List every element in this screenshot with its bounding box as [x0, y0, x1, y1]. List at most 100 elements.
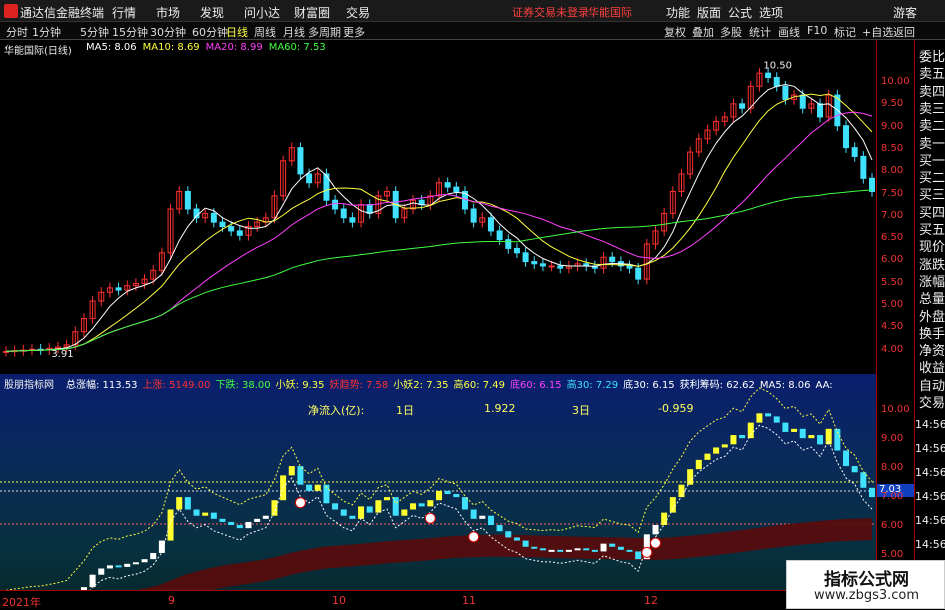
price-tick: 4.00: [881, 343, 904, 355]
watermark-title: 指标公式网: [824, 570, 909, 590]
candle-body: [635, 267, 642, 280]
quote-label-20[interactable]: 交易: [919, 392, 945, 411]
quote-label-1: 卖五: [919, 67, 945, 83]
candle-body: [297, 147, 304, 175]
indicator-bar: [306, 484, 313, 491]
period-tab-10[interactable]: 更多: [343, 24, 365, 40]
period-tab-9[interactable]: 多周期: [308, 24, 341, 40]
date-label: 12: [644, 594, 658, 607]
indicator-panel[interactable]: 股朋指标网 总涨幅: 113.53 上涨: 5149.00 下跌: 38.00 小妖:…: [0, 374, 876, 590]
indicator-bar: [349, 515, 356, 519]
price-tick: 6.50: [881, 232, 904, 244]
candle-body: [773, 77, 780, 87]
indicator-bar: [375, 500, 382, 513]
period-tab-1[interactable]: 1分钟: [32, 24, 61, 40]
upper-band-line: [5, 387, 873, 590]
time-label: 14:56: [915, 466, 945, 479]
btn-zixuan[interactable]: +自选: [862, 24, 893, 40]
candle-body: [799, 94, 806, 109]
indicator-bar: [245, 521, 252, 529]
price-tick: 7.50: [881, 187, 904, 199]
indicator-bar: [436, 490, 442, 501]
btn-f10[interactable]: F10: [807, 24, 827, 37]
quote-label-17: 净资: [919, 344, 945, 360]
kline-chart[interactable]: 10.50 3.91: [0, 40, 876, 374]
user-label[interactable]: 游客: [893, 4, 917, 21]
indicator-bar: [583, 548, 590, 551]
indicator-bar: [236, 525, 243, 529]
indicator-tick: 6.00: [881, 520, 904, 531]
indicator-legend-item: 高30: 7.29: [566, 380, 619, 391]
indicator-bar: [470, 509, 477, 519]
price-tick: 9.00: [881, 120, 904, 132]
btn-huaxian[interactable]: 画线: [778, 24, 800, 40]
menu-gongshi[interactable]: 公式: [728, 4, 752, 21]
menu-jiaoyi[interactable]: 交易: [346, 4, 370, 21]
quote-label-15: 外盘: [919, 309, 945, 325]
indicator-bar: [600, 543, 607, 552]
period-tab-8[interactable]: 月线: [283, 24, 305, 40]
indicator-bar: [513, 537, 520, 541]
menu-gongneng[interactable]: 功能: [666, 4, 690, 21]
indicator-bar: [314, 484, 321, 491]
indicator-bar: [687, 469, 694, 485]
candle-body: [444, 182, 451, 188]
indicator-bar: [115, 565, 122, 568]
indicator-bar: [557, 549, 564, 552]
login-notice[interactable]: 证券交易未登录: [512, 4, 589, 20]
main-kline-panel[interactable]: 华能国际(日线) MA5: 8.06 MA10: 8.69 MA20: 8.99 MA…: [0, 40, 876, 374]
btn-diejia[interactable]: 叠加: [692, 24, 714, 40]
menu-faxian[interactable]: 发现: [200, 4, 224, 21]
btn-tongji[interactable]: 统计: [749, 24, 771, 40]
indicator-bar: [228, 521, 235, 526]
btn-fanhui[interactable]: 返回: [893, 24, 915, 40]
btn-fuquan[interactable]: 复权: [664, 24, 686, 40]
indicator-bar: [150, 552, 157, 560]
indicator-bar: [98, 568, 105, 575]
indicator-legend-item: 小妖2: 7.35: [393, 380, 449, 391]
price-tick: 5.50: [881, 276, 904, 288]
indicator-bar: [262, 515, 269, 519]
indicator-chart[interactable]: [0, 374, 876, 590]
period-tab-6[interactable]: 日线: [226, 24, 248, 40]
indicator-bar: [176, 497, 183, 510]
menu-banmian[interactable]: 版面: [697, 4, 721, 21]
indicator-bar: [851, 466, 858, 473]
period-tab-5[interactable]: 60分钟: [192, 24, 228, 40]
ma10-line: [5, 93, 873, 352]
period-tab-0[interactable]: 分时: [6, 24, 28, 40]
indicator-bar: [695, 459, 702, 470]
indicator-bar: [730, 435, 737, 445]
indicator-bar: [704, 453, 711, 460]
indicator-legend-item: 总涨幅: 113.53: [66, 380, 138, 391]
period-tab-4[interactable]: 30分钟: [150, 24, 186, 40]
period-tab-3[interactable]: 15分钟: [112, 24, 148, 40]
candle-body: [470, 208, 477, 223]
menu-wenxiaoda[interactable]: 问小达: [244, 4, 280, 21]
candle-body: [219, 221, 226, 228]
menu-xuanxiang[interactable]: 选项: [759, 4, 783, 21]
indicator-bar: [340, 509, 347, 516]
quote-label-19[interactable]: 自动: [919, 375, 945, 394]
price-tick: 5.00: [881, 299, 904, 310]
period-tab-2[interactable]: 5分钟: [80, 24, 109, 40]
indicator-bar: [522, 540, 529, 547]
time-label: 14:56: [915, 538, 945, 551]
menu-caifuquan[interactable]: 财富圈: [294, 4, 330, 21]
candle-body: [539, 263, 546, 267]
btn-biaoji[interactable]: 标记: [834, 24, 856, 40]
date-label: 10: [332, 594, 346, 607]
menu-shichang[interactable]: 市场: [156, 4, 180, 21]
watermark-badge: 指标公式网 www.zbgs3.com: [786, 560, 945, 609]
signal-marker: [294, 497, 306, 509]
btn-duogu[interactable]: 多股: [720, 24, 742, 40]
quote-side-panel: 委比 卖五 卖四 卖三 卖二 卖一 买一 买二 买三 买四 买五 现价 涨跌 涨幅 总量 外盘 换手 净资 收益 自动…: [914, 40, 945, 599]
indicator-legend-item: 小妖: 9.35: [275, 380, 325, 391]
quote-label-14: 总量: [919, 292, 945, 308]
menu-hangqing[interactable]: 行情: [112, 4, 136, 21]
quote-label-3: 卖三: [919, 101, 945, 117]
band-area: [136, 518, 872, 590]
indicator-axis: 7.03 10.00 9.00 8.00 7.00 6.00 5.00: [876, 374, 914, 590]
period-tab-7[interactable]: 周线: [254, 24, 276, 40]
quote-label-8: 买三: [919, 188, 945, 204]
